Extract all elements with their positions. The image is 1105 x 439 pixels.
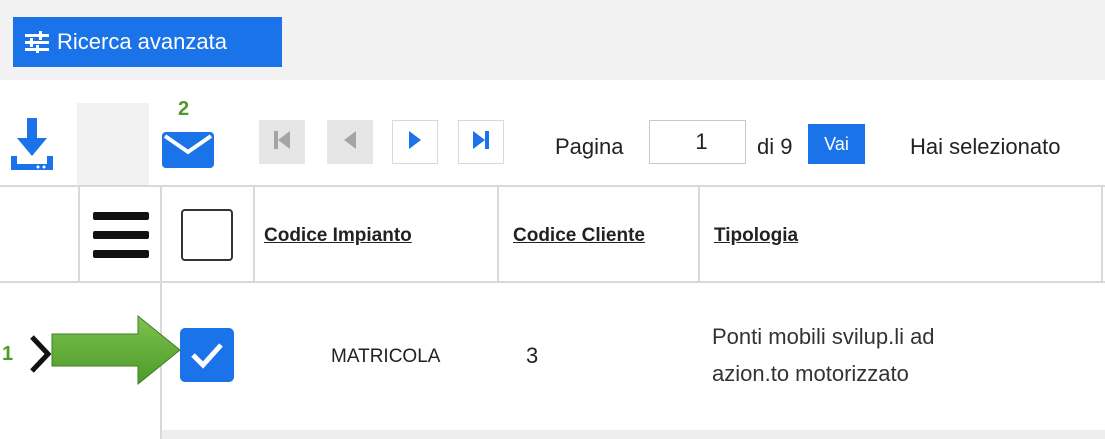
next-page-button[interactable] bbox=[392, 120, 438, 164]
column-divider bbox=[698, 186, 700, 282]
row-expand-chevron-icon[interactable] bbox=[28, 334, 52, 379]
column-divider bbox=[78, 186, 80, 282]
advanced-search-label: Ricerca avanzata bbox=[57, 29, 227, 54]
hamburger-menu-icon[interactable] bbox=[93, 210, 149, 265]
previous-page-icon bbox=[344, 130, 356, 154]
toolbar-spacer bbox=[77, 103, 149, 185]
download-icon[interactable] bbox=[8, 116, 56, 181]
annotation-arrow-icon bbox=[50, 314, 182, 391]
column-divider bbox=[1101, 186, 1103, 282]
column-divider bbox=[253, 186, 255, 282]
column-divider bbox=[160, 186, 162, 439]
tune-sliders-icon bbox=[25, 31, 49, 53]
page-label: Pagina bbox=[555, 134, 624, 159]
selection-count-text: Hai selezionato bbox=[910, 134, 1061, 159]
envelope-icon[interactable] bbox=[162, 132, 214, 173]
annotation-step-1: 1 bbox=[2, 343, 14, 365]
first-page-icon bbox=[274, 130, 290, 154]
advanced-search-button[interactable]: Ricerca avanzata bbox=[13, 17, 282, 67]
cell-tipologia-line: Ponti mobili svilup.li ad bbox=[712, 324, 935, 349]
last-page-icon bbox=[473, 130, 489, 154]
go-button[interactable]: Vai bbox=[808, 124, 865, 164]
first-page-button[interactable] bbox=[259, 120, 305, 164]
header-bottom-border bbox=[0, 281, 1105, 283]
cell-tipologia: Ponti mobili svilup.li ad azion.to motor… bbox=[712, 318, 935, 392]
cell-codice-impianto: MATRICOLA bbox=[331, 346, 441, 367]
row-checkbox[interactable] bbox=[180, 328, 234, 382]
last-page-button[interactable] bbox=[458, 120, 504, 164]
row-separator bbox=[162, 430, 1105, 439]
column-header-tipologia[interactable]: Tipologia bbox=[714, 225, 798, 247]
column-header-codice-impianto[interactable]: Codice Impianto bbox=[264, 225, 412, 247]
page-number-input[interactable] bbox=[649, 120, 746, 164]
select-all-checkbox[interactable] bbox=[181, 209, 233, 261]
annotation-step-2: 2 bbox=[178, 98, 190, 120]
next-page-icon bbox=[409, 130, 421, 154]
table-top-border bbox=[0, 185, 1105, 187]
column-header-codice-cliente[interactable]: Codice Cliente bbox=[513, 225, 645, 247]
cell-tipologia-line: azion.to motorizzato bbox=[712, 361, 909, 386]
cell-codice-cliente: 3 bbox=[526, 343, 539, 368]
page-count-label: di 9 bbox=[757, 134, 793, 159]
previous-page-button[interactable] bbox=[327, 120, 373, 164]
column-divider bbox=[497, 186, 499, 282]
checkmark-icon bbox=[191, 343, 223, 369]
